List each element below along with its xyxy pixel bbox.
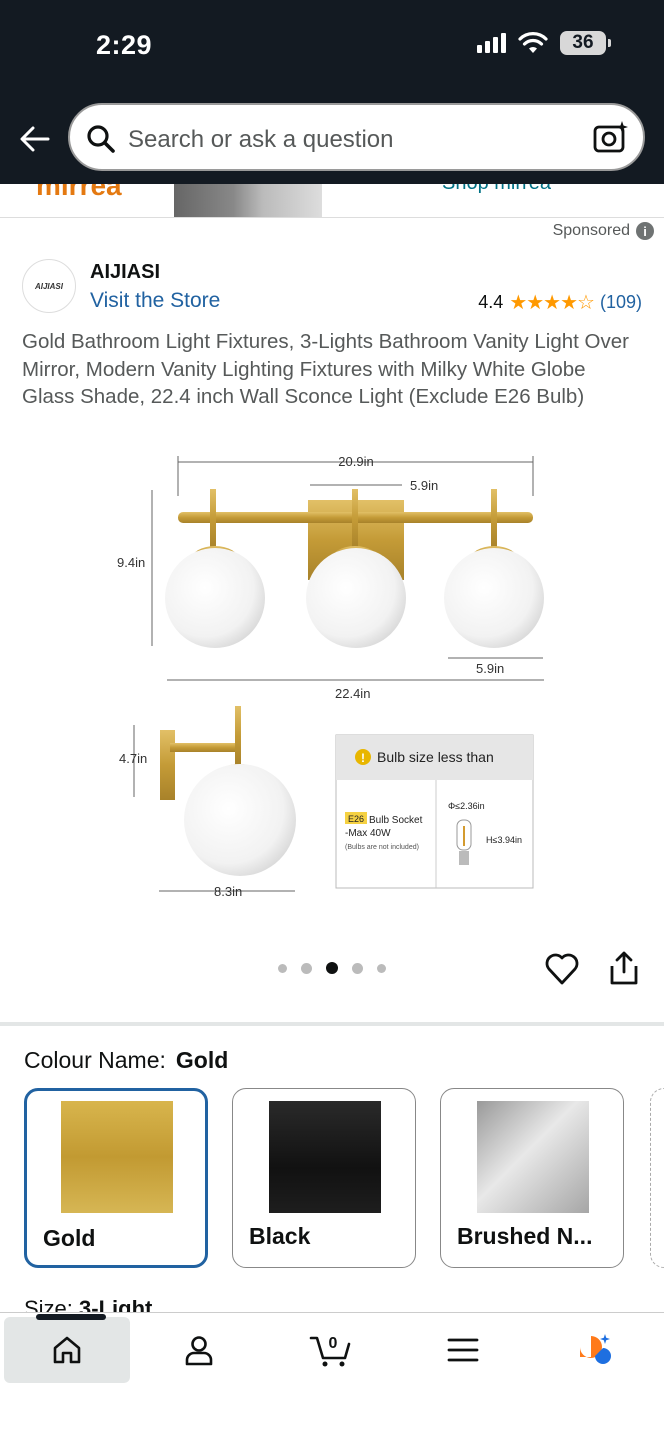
sponsored-banner[interactable]: mirrea Shop mirrea — [0, 184, 664, 218]
colour-option-black[interactable]: Black — [232, 1088, 416, 1268]
dim-total-width: 20.9in — [338, 454, 373, 469]
product-image[interactable]: 20.9in 5.9in 9.4in 5.9in 22.4in 4.7in 8.… — [100, 446, 560, 906]
swatch-label: Black — [249, 1223, 311, 1249]
search-input[interactable]: Search or ask a question — [128, 126, 394, 154]
visit-store-link[interactable]: Visit the Store — [90, 289, 220, 313]
bulb-height: H≤3.94in — [486, 835, 522, 845]
section-divider — [0, 1022, 664, 1026]
bulb-diameter: Φ≤2.36in — [448, 801, 485, 811]
selected-size: 3-Light — [79, 1296, 153, 1312]
brand-name: AIJIASI — [90, 261, 161, 283]
carousel-dot[interactable] — [352, 962, 363, 974]
bulb-size-header: Bulb size less than — [377, 749, 494, 765]
rating-summary[interactable]: 4.4 ★★★★☆ (109) — [478, 290, 642, 315]
search-bar[interactable]: Search or ask a question — [68, 103, 645, 171]
rufus-icon — [580, 1334, 611, 1364]
image-carousel-dots[interactable] — [278, 962, 386, 974]
bulb-tag: E26 — [348, 814, 364, 824]
star-rating-icon: ★★★★☆ — [509, 292, 595, 314]
dim-height: 9.4in — [117, 555, 145, 570]
swatch-label: Brushed N... — [457, 1223, 593, 1249]
review-count-link[interactable]: (109) — [600, 292, 642, 313]
nav-menu[interactable] — [400, 1317, 526, 1383]
status-time: 2:29 — [96, 30, 153, 60]
battery-indicator: 36 — [560, 31, 611, 55]
bulb-note: (Bulbs are not included) — [345, 844, 419, 851]
account-icon — [185, 1336, 213, 1366]
nav-home[interactable] — [4, 1314, 130, 1383]
colour-name-label: Colour Name: Gold — [24, 1047, 229, 1073]
carousel-dot-active[interactable] — [326, 962, 338, 974]
dim-globe-width: 5.9in — [476, 661, 504, 676]
sponsored-label[interactable]: Sponsored i — [553, 222, 654, 240]
swatch-image — [269, 1101, 381, 1213]
nav-active-indicator — [36, 1314, 106, 1320]
banner-shop-link[interactable]: Shop mirrea — [442, 184, 551, 195]
dim-depth: 8.3in — [214, 884, 242, 899]
dim-side-height: 4.7in — [119, 751, 147, 766]
carousel-dot[interactable] — [377, 963, 386, 973]
carousel-dot[interactable] — [278, 963, 287, 973]
status-icons: 36 — [477, 31, 611, 55]
wifi-icon — [518, 32, 548, 53]
heart-icon[interactable] — [544, 951, 580, 987]
selected-colour: Gold — [175, 1047, 229, 1073]
colour-option-gold[interactable]: Gold — [24, 1088, 208, 1268]
search-icon — [87, 125, 115, 153]
size-label: Size: 3-Light — [24, 1296, 152, 1312]
back-arrow-icon[interactable] — [18, 122, 52, 156]
banner-image — [174, 184, 322, 217]
bulb-max: -Max 40W — [345, 828, 391, 839]
carousel-dot[interactable] — [301, 962, 312, 974]
swatch-image — [477, 1101, 589, 1213]
product-title: Gold Bathroom Light Fixtures, 3-Lights B… — [22, 330, 629, 408]
brand-logo[interactable]: AIJIASI — [22, 259, 76, 313]
cart-icon: 0 — [309, 1335, 351, 1367]
nav-account[interactable] — [136, 1317, 262, 1383]
info-icon[interactable]: i — [636, 222, 654, 240]
top-header: 2:29 36 Search or ask a question — [0, 0, 664, 184]
bulb-socket: Bulb Socket — [369, 815, 423, 826]
nav-rufus[interactable] — [532, 1317, 658, 1383]
colour-option-brushed-nickel[interactable]: Brushed N... — [440, 1088, 624, 1268]
banner-brand-text: mirrea — [36, 184, 122, 201]
cart-count: 0 — [329, 1335, 338, 1352]
dim-overall-width: 22.4in — [335, 686, 370, 701]
colour-option-more[interactable] — [650, 1088, 664, 1268]
nav-cart[interactable]: 0 — [268, 1317, 394, 1383]
dim-plate-width: 5.9in — [410, 478, 438, 493]
swatch-image — [61, 1101, 173, 1213]
signal-icon — [477, 33, 506, 53]
camera-search-icon[interactable] — [591, 119, 629, 157]
rating-value: 4.4 — [478, 292, 504, 312]
swatch-label: Gold — [43, 1225, 96, 1251]
bottom-nav: 0 — [0, 1312, 664, 1440]
svg-text:!: ! — [361, 751, 365, 765]
home-icon — [53, 1336, 81, 1364]
menu-icon — [447, 1338, 479, 1362]
share-icon[interactable] — [608, 950, 640, 986]
